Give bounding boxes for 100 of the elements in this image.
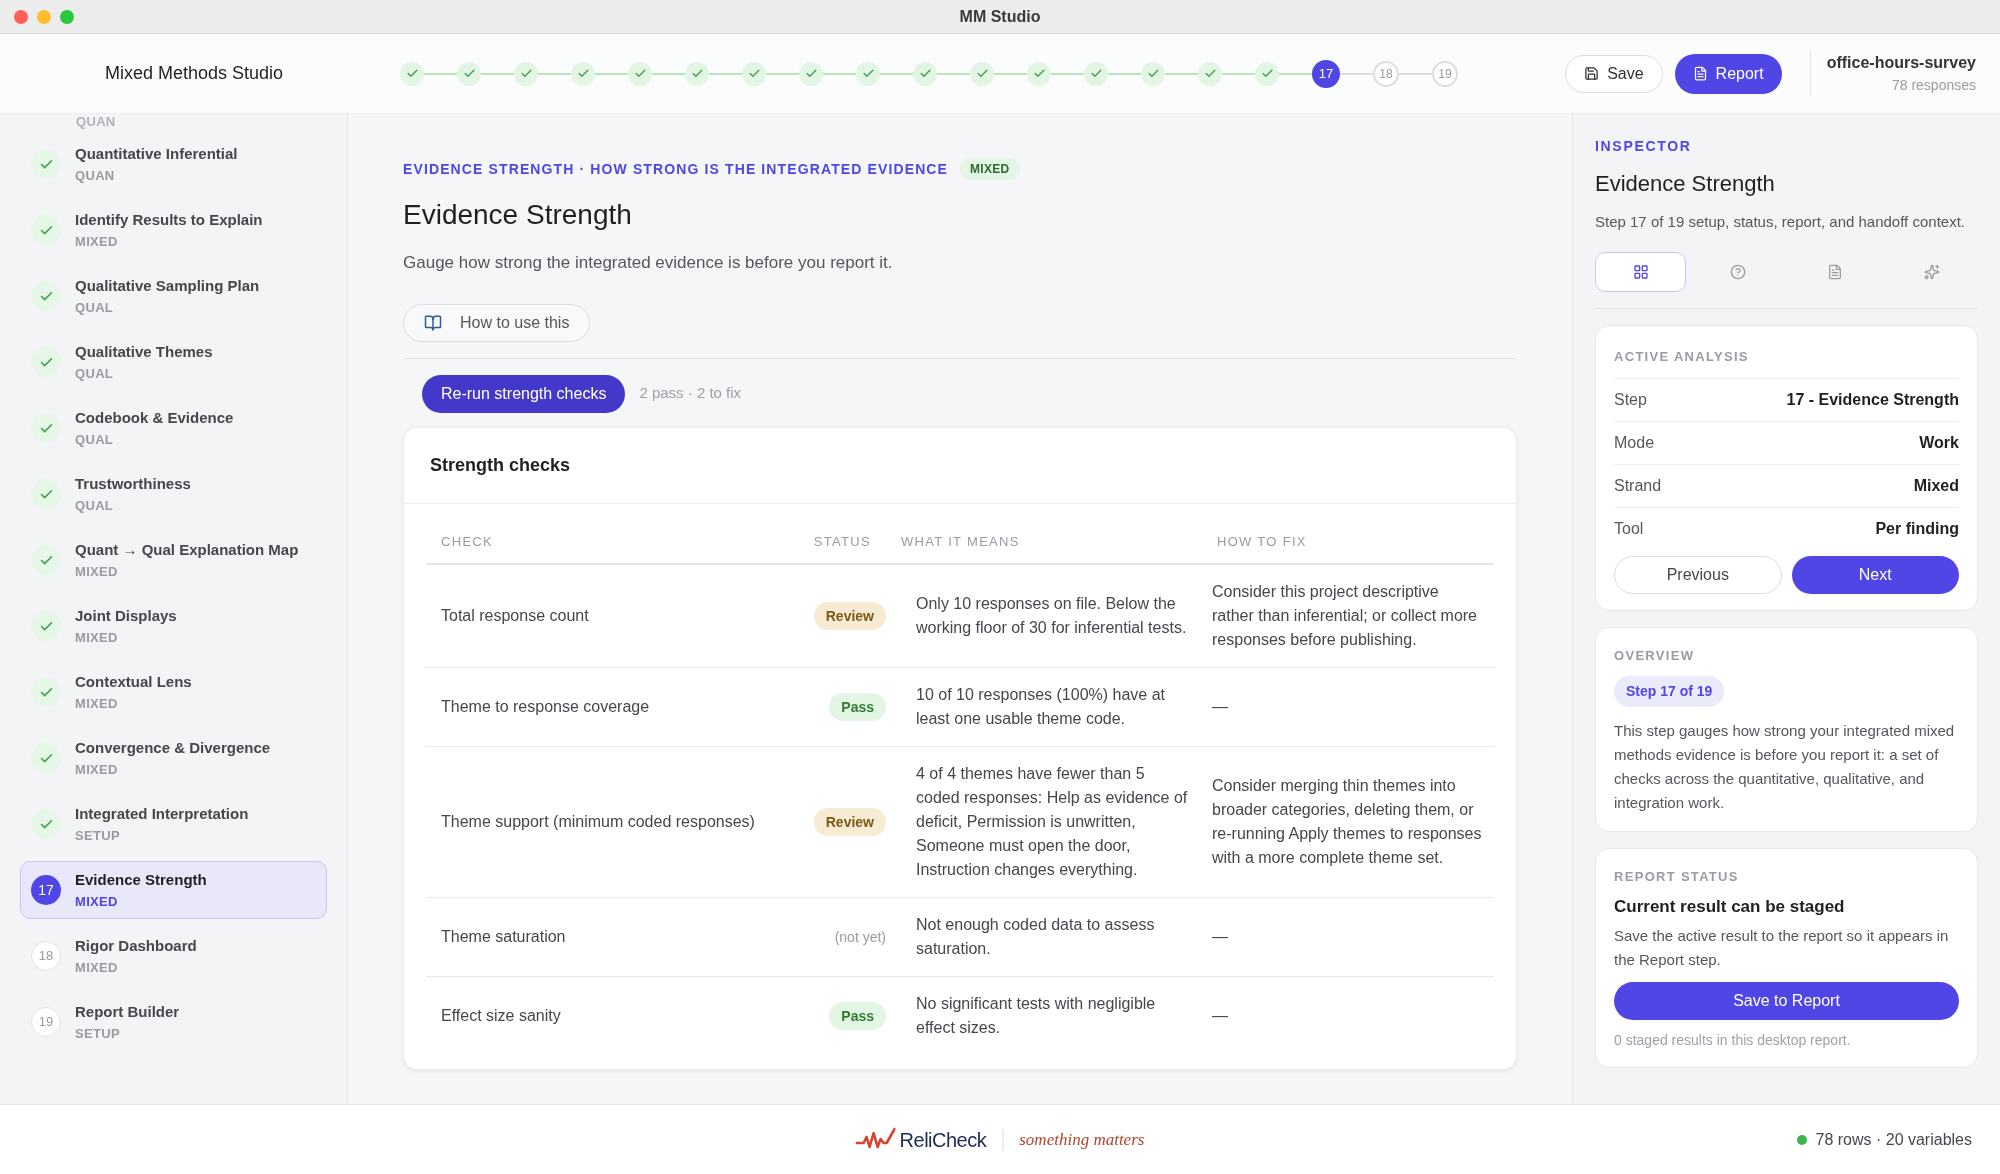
step-done-icon[interactable] xyxy=(1084,61,1108,86)
report-button[interactable]: Report xyxy=(1674,53,1782,94)
sidebar-item[interactable]: Integrated Interpretation SETUP xyxy=(20,795,327,853)
status-badge: Pass xyxy=(829,693,886,721)
close-window-icon[interactable] xyxy=(14,9,28,24)
table-cell-text: 4 of 4 themes have fewer than 5 coded responses: Help as evidence of deficit, Permission is unwritten, Someone must open the door, Instruction changes everything. xyxy=(915,764,1189,880)
step-done-icon[interactable] xyxy=(457,61,481,86)
page-description: Gauge how strong the integrated evidence is before you report it. xyxy=(403,252,894,274)
help-icon xyxy=(1729,264,1746,280)
step-done-icon[interactable] xyxy=(913,61,937,86)
strand-label: MIXED xyxy=(75,760,119,779)
project-name: office-hours-survey xyxy=(1826,53,1976,73)
step-title: Joint Displays xyxy=(75,606,177,626)
grid-icon xyxy=(1632,264,1649,280)
status-badge: Review xyxy=(813,808,886,836)
sidebar-item[interactable]: Quantitative Inferential QUAN xyxy=(20,135,327,193)
table-cell-text: Only 10 responses on file. Below the working floor of 30 for inferential tests. xyxy=(915,594,1188,638)
save-button[interactable]: Save xyxy=(1565,54,1663,93)
strand-label: MIXED xyxy=(75,694,119,713)
step-number: 17 xyxy=(31,875,61,905)
step-title: Evidence Strength xyxy=(75,870,207,890)
field-value: 17 - Evidence Strength xyxy=(1786,390,1959,410)
sidebar-item[interactable]: Quant → Qual Explanation Map MIXED xyxy=(20,531,327,589)
sidebar-item[interactable]: Trustworthiness QUAL xyxy=(20,465,327,523)
response-count: 78 responses xyxy=(1891,76,1976,95)
how-to-button[interactable]: How to use this xyxy=(403,303,591,342)
status-text: Save the active result to the report so it appears in the Report step. xyxy=(1614,925,1950,970)
save-to-report-button[interactable]: Save to Report xyxy=(1614,981,1959,1020)
zoom-window-icon[interactable] xyxy=(60,9,74,24)
card-heading: ACTIVE ANALYSIS xyxy=(1614,349,1749,364)
step-done-icon[interactable] xyxy=(1255,61,1279,86)
step-title: Quant → Qual Explanation Map xyxy=(75,540,299,560)
field-value: Per finding xyxy=(1875,519,1959,539)
step-done-icon[interactable] xyxy=(514,61,538,86)
field-label: Mode xyxy=(1614,433,1655,453)
sidebar-item[interactable]: Qualitative Sampling Plan QUAL xyxy=(20,267,327,325)
strand-label: QUAL xyxy=(75,496,115,515)
save-icon xyxy=(1584,66,1600,81)
sidebar-item[interactable]: Contextual Lens MIXED xyxy=(20,663,327,721)
step-done-icon[interactable] xyxy=(970,61,994,86)
step-title: Convergence & Divergence xyxy=(75,738,271,758)
app-name: Mixed Methods Studio xyxy=(105,63,284,83)
table-cell-text: — xyxy=(1211,697,1229,717)
brand-name: ReliCheck xyxy=(899,1127,987,1153)
step-done-icon[interactable] xyxy=(1141,61,1165,86)
step-done-icon[interactable] xyxy=(1198,61,1222,86)
field-label: Step xyxy=(1614,390,1647,410)
step-done-icon[interactable] xyxy=(856,61,880,86)
table-cell-text: No significant tests with negligible effect sizes. xyxy=(915,994,1157,1038)
strand-label: MIXED xyxy=(75,958,119,977)
step-title: Rigor Dashboard xyxy=(75,936,197,956)
report-icon xyxy=(1692,66,1708,81)
table-cell-text: Theme saturation xyxy=(440,927,567,947)
sidebar-item[interactable]: 18 Rigor Dashboard MIXED xyxy=(20,927,327,985)
table-cell-text: Consider this project descriptive rather than inferential; or collect more responses before publishing. xyxy=(1211,582,1478,650)
status-badge: Review xyxy=(813,602,886,630)
step-done-icon[interactable] xyxy=(685,61,709,86)
sidebar-item[interactable]: Identify Results to Explain MIXED xyxy=(20,201,327,259)
step-title: Contextual Lens xyxy=(75,672,192,692)
inspector-tab[interactable] xyxy=(1595,252,1687,292)
strand-label: QUAL xyxy=(75,430,115,449)
step-done-icon[interactable] xyxy=(1027,61,1051,86)
sidebar-item[interactable]: Qualitative Themes QUAL xyxy=(20,333,327,391)
inspector-title: Evidence Strength xyxy=(1595,170,1776,198)
card-heading: REPORT STATUS xyxy=(1614,867,1740,886)
sidebar-item[interactable]: Convergence & Divergence MIXED xyxy=(20,729,327,787)
next-button[interactable]: Next xyxy=(1791,556,1959,594)
step-done-icon[interactable] xyxy=(571,61,595,86)
check-summary: 2 pass · 2 to fix xyxy=(639,383,742,404)
strand-badge: MIXED xyxy=(960,158,1020,180)
field-label: Tool xyxy=(1614,519,1644,539)
step-done-icon[interactable] xyxy=(628,61,652,86)
step-number[interactable]: 17 xyxy=(1312,59,1340,88)
step-title: Identify Results to Explain xyxy=(75,210,263,230)
status-badge: Pass xyxy=(829,1002,886,1030)
rerun-button[interactable]: Re-run strength checks xyxy=(422,374,626,413)
minimize-window-icon[interactable] xyxy=(37,9,51,24)
table-cell-text: — xyxy=(1211,1006,1229,1026)
step-done-icon[interactable] xyxy=(799,61,823,86)
previous-button[interactable]: Previous xyxy=(1614,556,1782,594)
sidebar-item[interactable]: 17 Evidence Strength MIXED xyxy=(20,861,327,919)
column-header: HOW TO FIX xyxy=(1216,532,1308,551)
sidebar-item[interactable]: Codebook & Evidence QUAL xyxy=(20,399,327,457)
sidebar-item[interactable]: 19 Report Builder SETUP xyxy=(20,993,327,1051)
step-number: 19 xyxy=(31,1007,61,1037)
table-cell-text: Theme to response coverage xyxy=(440,697,651,717)
step-done-icon[interactable] xyxy=(742,61,766,86)
strand-label: MIXED xyxy=(75,562,119,581)
step-title: Codebook & Evidence xyxy=(75,408,234,428)
sparkle-icon xyxy=(1924,264,1941,280)
step-title: Qualitative Themes xyxy=(75,342,213,362)
strand-label: QUAL xyxy=(75,364,115,383)
step-done-icon[interactable] xyxy=(400,61,424,86)
step-number: 18 xyxy=(31,941,61,971)
step-title: Report Builder xyxy=(75,1002,180,1022)
strand-label: MIXED xyxy=(75,232,119,251)
strand-label: QUAN xyxy=(76,114,116,129)
overview-text: This step gauges how strong your integrated mixed methods evidence is before you report it: a set of checks across the quantitative, qualitative, and integration work. xyxy=(1614,720,1956,813)
strand-label: MIXED xyxy=(75,892,119,911)
sidebar-item[interactable]: Joint Displays MIXED xyxy=(20,597,327,655)
